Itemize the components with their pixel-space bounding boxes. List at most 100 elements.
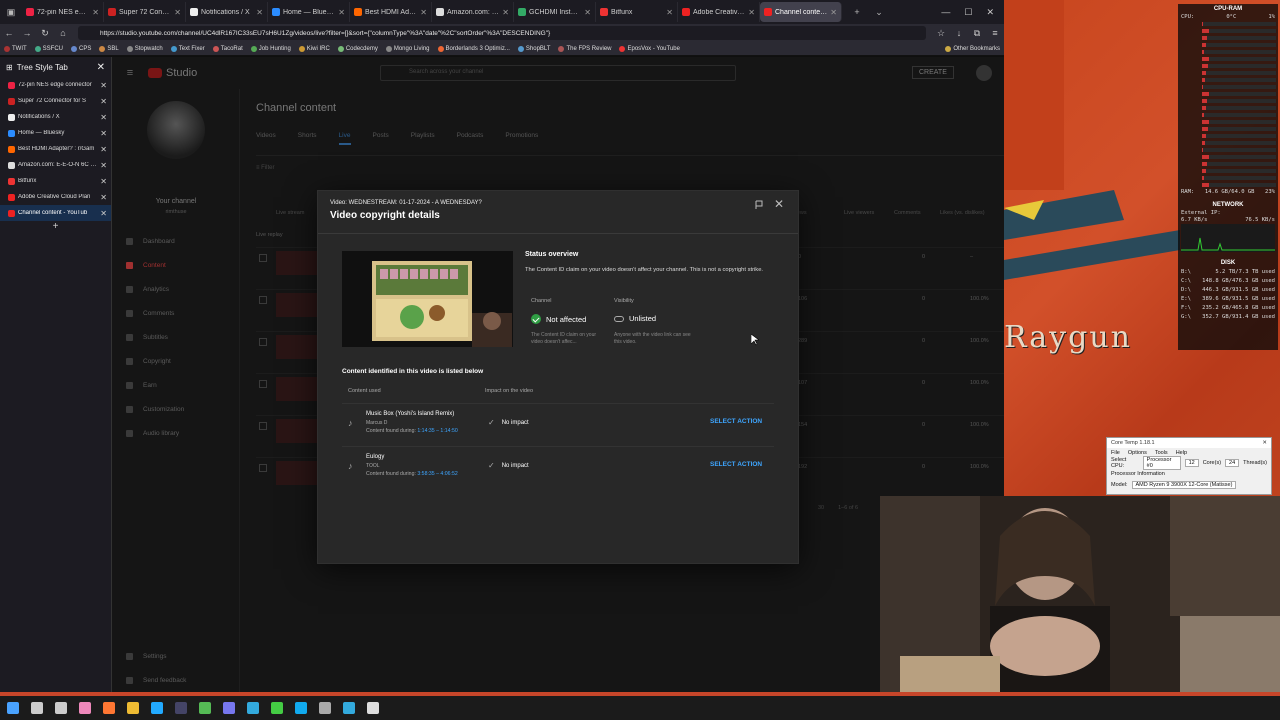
channel-avatar[interactable]: [147, 101, 205, 159]
steam-icon[interactable]: [172, 699, 190, 717]
account-avatar[interactable]: [976, 65, 992, 81]
tab-close-icon[interactable]: ✕: [420, 8, 427, 17]
bookmark-item[interactable]: Codecdemy: [334, 45, 382, 52]
maximize-icon[interactable]: ☐: [964, 7, 972, 18]
content-tab[interactable]: Promotions: [505, 132, 538, 145]
studio-nav-item[interactable]: Comments: [112, 301, 240, 325]
sidebar-tab-item[interactable]: Bitfunx ✕: [0, 173, 111, 189]
sidebar-tab-close-icon[interactable]: ✕: [100, 113, 107, 122]
app-icon[interactable]: [244, 699, 262, 717]
studio-search-input[interactable]: Search across your channel: [380, 65, 736, 81]
app-menu-icon[interactable]: ≡: [986, 28, 1004, 38]
bookmark-item[interactable]: Job Hunting: [247, 45, 295, 52]
sidebar-tab-item[interactable]: 72-pin NES edge connector ✕: [0, 77, 111, 93]
claim-timestamp-link[interactable]: 1:14:35 – 1:14:50: [417, 428, 457, 434]
pinned-app-icon[interactable]: [76, 699, 94, 717]
content-tab[interactable]: Posts: [373, 132, 389, 145]
studio-nav-item[interactable]: Copyright: [112, 349, 240, 373]
skype-icon[interactable]: [292, 699, 310, 717]
bookmark-item[interactable]: Kiwi IRC: [295, 45, 334, 52]
column-header[interactable]: Comments: [894, 210, 921, 216]
task-view-icon[interactable]: [52, 699, 70, 717]
tab-close-icon[interactable]: ✕: [92, 8, 99, 17]
downloads-icon[interactable]: ↓: [950, 28, 968, 38]
address-bar[interactable]: https://studio.youtube.com/channel/UC4dl…: [78, 26, 926, 40]
bookmark-item[interactable]: Mongo Living: [382, 45, 434, 52]
bookmark-item[interactable]: Borderlands 3 Optimiz...: [434, 45, 514, 52]
bookmark-item[interactable]: TacoRat: [209, 45, 247, 52]
content-tab[interactable]: Live: [338, 132, 351, 145]
reload-icon[interactable]: ↻: [36, 28, 54, 39]
back-icon[interactable]: ←: [0, 28, 18, 38]
bookmark-item[interactable]: Stopwatch: [123, 45, 167, 52]
bookmark-item[interactable]: Text Fixer: [167, 45, 209, 52]
studio-nav-item[interactable]: Customization: [112, 397, 240, 421]
studio-nav-item[interactable]: Earn: [112, 373, 240, 397]
bookmark-item[interactable]: The FPS Review: [554, 45, 615, 52]
sidebar-tab-item[interactable]: Channel content - YouTub ✕: [0, 205, 111, 221]
studio-nav-item[interactable]: Content: [112, 253, 240, 277]
sidebar-tab-close-icon[interactable]: ✕: [100, 177, 107, 186]
tab-close-icon[interactable]: ✕: [830, 8, 837, 17]
sidebar-tab-item[interactable]: Notifications / X ✕: [0, 109, 111, 125]
browser-tab[interactable]: 72-pin NES edge conn✕: [22, 2, 104, 22]
search-icon[interactable]: [28, 699, 46, 717]
sidebar-tab-item[interactable]: Best HDMI Adapter? : r/Gam ✕: [0, 141, 111, 157]
file-explorer-icon[interactable]: [124, 699, 142, 717]
bookmark-item[interactable]: SSFCU: [31, 45, 67, 52]
column-header[interactable]: Likes (vs. dislikes): [940, 210, 985, 216]
core-temp-close-icon[interactable]: ✕: [1262, 440, 1267, 446]
sidebar-tab-item[interactable]: Home — Bluesky ✕: [0, 125, 111, 141]
row-checkbox[interactable]: [259, 296, 267, 304]
column-header[interactable]: Live viewers: [844, 210, 874, 216]
bookmark-item[interactable]: Other Bookmarks: [941, 45, 1004, 52]
sidebar-tab-item[interactable]: Super 72 Connector for S ✕: [0, 93, 111, 109]
claim-timestamp-link[interactable]: 3:58:35 – 4:06:52: [417, 471, 457, 477]
core-temp-menu-item[interactable]: File: [1111, 450, 1120, 456]
sidebar-tab-close-icon[interactable]: ✕: [100, 209, 107, 218]
sidebar-tab-close-icon[interactable]: ✕: [100, 97, 107, 106]
select-action-button[interactable]: SELECT ACTION: [710, 418, 762, 425]
browser-tab[interactable]: Home — Bluesky ✕: [268, 2, 350, 22]
app-icon[interactable]: [268, 699, 286, 717]
tab-close-icon[interactable]: ✕: [748, 8, 755, 17]
studio-logo[interactable]: Studio: [148, 67, 197, 79]
forward-icon[interactable]: →: [18, 28, 36, 38]
studio-nav-bottom-item[interactable]: Send feedback: [112, 668, 240, 692]
content-tab[interactable]: Podcasts: [457, 132, 484, 145]
hamburger-menu-icon[interactable]: ≡: [112, 67, 148, 79]
row-checkbox[interactable]: [259, 422, 267, 430]
content-tab[interactable]: Videos: [256, 132, 276, 145]
close-sidebar-icon[interactable]: ✕: [97, 62, 105, 73]
filter-input[interactable]: ≡ Filter: [256, 165, 275, 171]
content-tab[interactable]: Playlists: [411, 132, 435, 145]
close-window-icon[interactable]: ✕: [986, 7, 994, 18]
bookmark-item[interactable]: EposVox - YouTube: [615, 45, 684, 52]
studio-nav-item[interactable]: Dashboard: [112, 229, 240, 253]
browser-tab[interactable]: Bitfunx ✕: [596, 2, 678, 22]
sidebar-toggle-icon[interactable]: ⊞: [6, 63, 13, 72]
app-icon[interactable]: [316, 699, 334, 717]
sidebar-tab-close-icon[interactable]: ✕: [100, 145, 107, 154]
new-tab-plus-icon[interactable]: +: [0, 221, 111, 233]
column-header[interactable]: Live stream: [276, 210, 304, 216]
bookmark-item[interactable]: SBL: [95, 45, 122, 52]
sidebar-tab-item[interactable]: Amazon.com: E-E-O-N 6C (1) ✕: [0, 157, 111, 173]
studio-nav-item[interactable]: Audio library: [112, 421, 240, 445]
photoshop-icon[interactable]: [148, 699, 166, 717]
studio-nav-item[interactable]: Subtitles: [112, 325, 240, 349]
studio-nav-item[interactable]: Analytics: [112, 277, 240, 301]
bookmark-star-icon[interactable]: ☆: [932, 28, 950, 39]
browser-tab[interactable]: Notifications / X ✕: [186, 2, 268, 22]
tab-close-icon[interactable]: ✕: [502, 8, 509, 17]
sidebar-tab-close-icon[interactable]: ✕: [100, 193, 107, 202]
sidebar-tab-close-icon[interactable]: ✕: [100, 81, 107, 90]
browser-tab[interactable]: Best HDMI Adapter?✕: [350, 2, 432, 22]
windows-start-icon[interactable]: [4, 699, 22, 717]
new-tab-icon[interactable]: +: [846, 7, 868, 17]
browser-tab[interactable]: Channel content - ✕: [760, 2, 842, 22]
studio-nav-bottom-item[interactable]: Settings: [112, 644, 240, 668]
bookmark-item[interactable]: CPS: [67, 45, 95, 52]
browser-tab[interactable]: Adobe Creative Clo✕: [678, 2, 760, 22]
browser-tab[interactable]: Amazon.com: E-E ✕: [432, 2, 514, 22]
